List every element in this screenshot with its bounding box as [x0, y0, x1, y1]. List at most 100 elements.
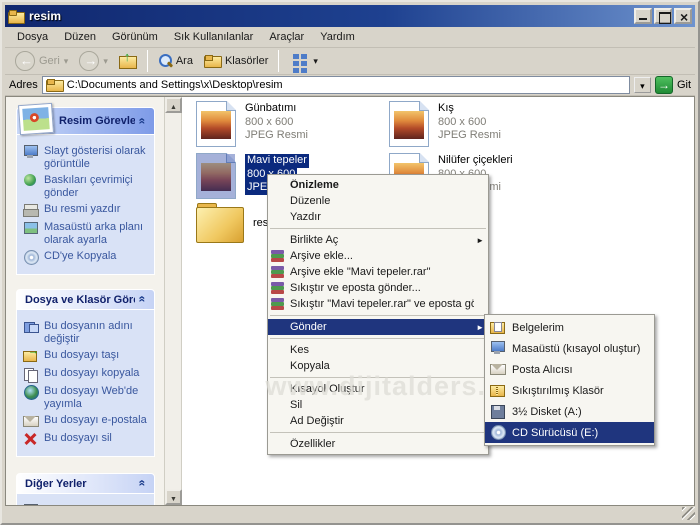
menu-item-icon — [270, 281, 288, 295]
menu-bar: Dosya Düzen Görünüm Sık Kullanılanlar Araçla… — [5, 27, 695, 48]
task-icon — [23, 250, 39, 265]
submenu-item-icon — [490, 320, 506, 335]
context-menu-item[interactable]: Yazdır — [268, 209, 488, 225]
menu-separator — [270, 228, 486, 229]
back-dropdown-icon — [64, 55, 69, 67]
chevron-up-icon[interactable] — [135, 476, 150, 491]
task-icon — [23, 174, 38, 188]
window-bottom-edge — [5, 506, 695, 520]
toolbar-separator — [278, 50, 280, 72]
search-button[interactable]: Ara — [154, 52, 197, 70]
context-menu-item[interactable]: Düzenle — [268, 193, 488, 209]
context-menu-item[interactable]: Kes — [268, 342, 488, 358]
place-link[interactable]: Masaüstü — [23, 504, 152, 505]
task-link[interactable]: CD'ye Kopyala — [23, 250, 152, 265]
context-menu-item[interactable]: Arşive ekle... — [268, 248, 488, 264]
sidebar-scrollbar[interactable] — [165, 97, 182, 505]
task-link[interactable]: Bu dosyayı taşı — [23, 345, 152, 363]
address-path: C:\Documents and Settings\x\Desktop\resi… — [66, 79, 283, 91]
address-input[interactable]: C:\Documents and Settings\x\Desktop\resi… — [41, 76, 630, 94]
submenu-item[interactable]: Masaüstü (kısayol oluştur) — [485, 338, 654, 359]
chevron-up-icon[interactable] — [135, 114, 150, 129]
up-button[interactable] — [115, 49, 141, 71]
folder-icon — [196, 203, 244, 243]
submenu-item-icon — [490, 362, 506, 377]
task-link[interactable]: Bu dosyanın adını değiştir — [23, 320, 152, 345]
forward-dropdown-icon — [103, 55, 108, 67]
close-button[interactable] — [674, 8, 692, 25]
context-menu-item[interactable]: Sıkıştır ve eposta gönder... — [268, 280, 488, 296]
task-link[interactable]: Masaüstü arka planı olarak ayarla — [23, 221, 152, 246]
menubar-item[interactable]: Düzen — [56, 28, 104, 46]
panel-header[interactable]: Resim Görevleri — [16, 102, 155, 136]
menu-item-icon — [270, 297, 288, 311]
menubar-item[interactable]: Yardım — [312, 28, 363, 46]
scroll-up-button[interactable] — [165, 97, 182, 113]
context-menu-item[interactable]: Gönder — [268, 319, 488, 335]
views-button[interactable] — [285, 50, 322, 73]
chevron-up-icon[interactable] — [135, 292, 150, 307]
submenu-item[interactable]: Sıkıştırılmış Klasör — [485, 380, 654, 401]
menubar-item[interactable]: Görünüm — [104, 28, 166, 46]
menu-item-icon — [270, 233, 288, 247]
place-icon — [23, 504, 38, 505]
menu-item-icon — [270, 437, 288, 451]
task-link[interactable]: Bu dosyayı Web'de yayımla — [23, 385, 152, 410]
task-icon — [23, 367, 38, 383]
panel-header[interactable]: Diğer Yerler — [16, 473, 155, 494]
submenu-item[interactable]: Belgelerim — [485, 317, 654, 338]
menu-item-icon — [270, 194, 288, 208]
context-menu-item[interactable]: Sıkıştır "Mavi tepeler.rar" ve eposta gö… — [268, 296, 488, 312]
menu-separator — [270, 338, 486, 339]
submenu-item[interactable]: CD Sürücüsü (E:) — [485, 422, 654, 443]
explorer-window: resim DosyaDüzenGörünümSık Kullanılanlar… — [0, 0, 700, 525]
task-link[interactable]: Slayt gösterisi olarak görüntüle — [23, 145, 152, 170]
views-icon — [293, 53, 300, 59]
context-menu-item[interactable]: Sil — [268, 397, 488, 413]
scroll-down-button[interactable] — [165, 489, 182, 505]
menubar-item[interactable]: Dosya — [9, 28, 56, 46]
submenu-item-icon — [490, 383, 506, 398]
maximize-button[interactable] — [654, 8, 672, 24]
context-menu-item[interactable]: Arşive ekle "Mavi tepeler.rar" — [268, 264, 488, 280]
menubar-item[interactable]: Sık Kullanılanlar — [166, 28, 262, 46]
address-dropdown-button[interactable] — [633, 77, 651, 93]
context-menu-item[interactable]: Ad Değiştir — [268, 413, 488, 429]
file-name: Günbatımı — [245, 102, 297, 114]
up-folder-icon — [118, 49, 137, 69]
task-link[interactable]: Baskıları çevrimiçi gönder — [23, 174, 152, 199]
task-link[interactable]: Bu resmi yazdır — [23, 203, 152, 217]
forward-button[interactable] — [75, 49, 112, 73]
resize-grip[interactable] — [682, 507, 695, 520]
context-menu-item[interactable]: Kısayol Oluştur — [268, 381, 488, 397]
file-tile[interactable]: Günbatımı 800 x 600 JPEG Resmi — [196, 101, 389, 153]
submenu-item[interactable]: 3½ Disket (A:) — [485, 401, 654, 422]
task-pane: Resim Görevleri Slayt gösterisi olarak g… — [6, 97, 165, 505]
panel-header[interactable]: Dosya ve Klasör Görevleri — [16, 289, 155, 310]
context-menu-item[interactable]: Özellikler — [268, 436, 488, 452]
submenu-item[interactable]: Posta Alıcısı — [485, 359, 654, 380]
context-menu-item[interactable]: Önizleme — [268, 177, 488, 193]
go-button[interactable]: Git — [654, 76, 691, 94]
submenu-arrow-icon — [474, 234, 484, 246]
image-file-icon — [389, 101, 429, 147]
context-menu-item[interactable]: Kopyala — [268, 358, 488, 374]
submenu-item-icon — [490, 404, 506, 419]
task-icon — [23, 385, 39, 400]
menu-separator — [270, 377, 486, 378]
menubar-item[interactable]: Araçlar — [261, 28, 312, 46]
go-arrow-icon — [654, 76, 673, 94]
file-dimensions: 800 x 600 — [438, 115, 487, 128]
task-link[interactable]: Bu dosyayı sil — [23, 432, 152, 446]
context-menu-item[interactable]: Birlikte Aç — [268, 232, 488, 248]
menu-item-icon — [270, 178, 288, 192]
file-name: Mavi tepeler — [245, 154, 309, 168]
toolbar: Geri Ara Klasörler — [5, 48, 695, 75]
task-link[interactable]: Bu dosyayı kopyala — [23, 367, 152, 383]
minimize-button[interactable] — [634, 8, 652, 24]
folders-button[interactable]: Klasörler — [200, 53, 272, 70]
back-button[interactable]: Geri — [11, 49, 72, 73]
title-bar[interactable]: resim — [5, 5, 695, 27]
task-link[interactable]: Bu dosyayı e-postala — [23, 414, 152, 428]
file-tile[interactable]: Kış 800 x 600 JPEG Resmi — [389, 101, 582, 153]
